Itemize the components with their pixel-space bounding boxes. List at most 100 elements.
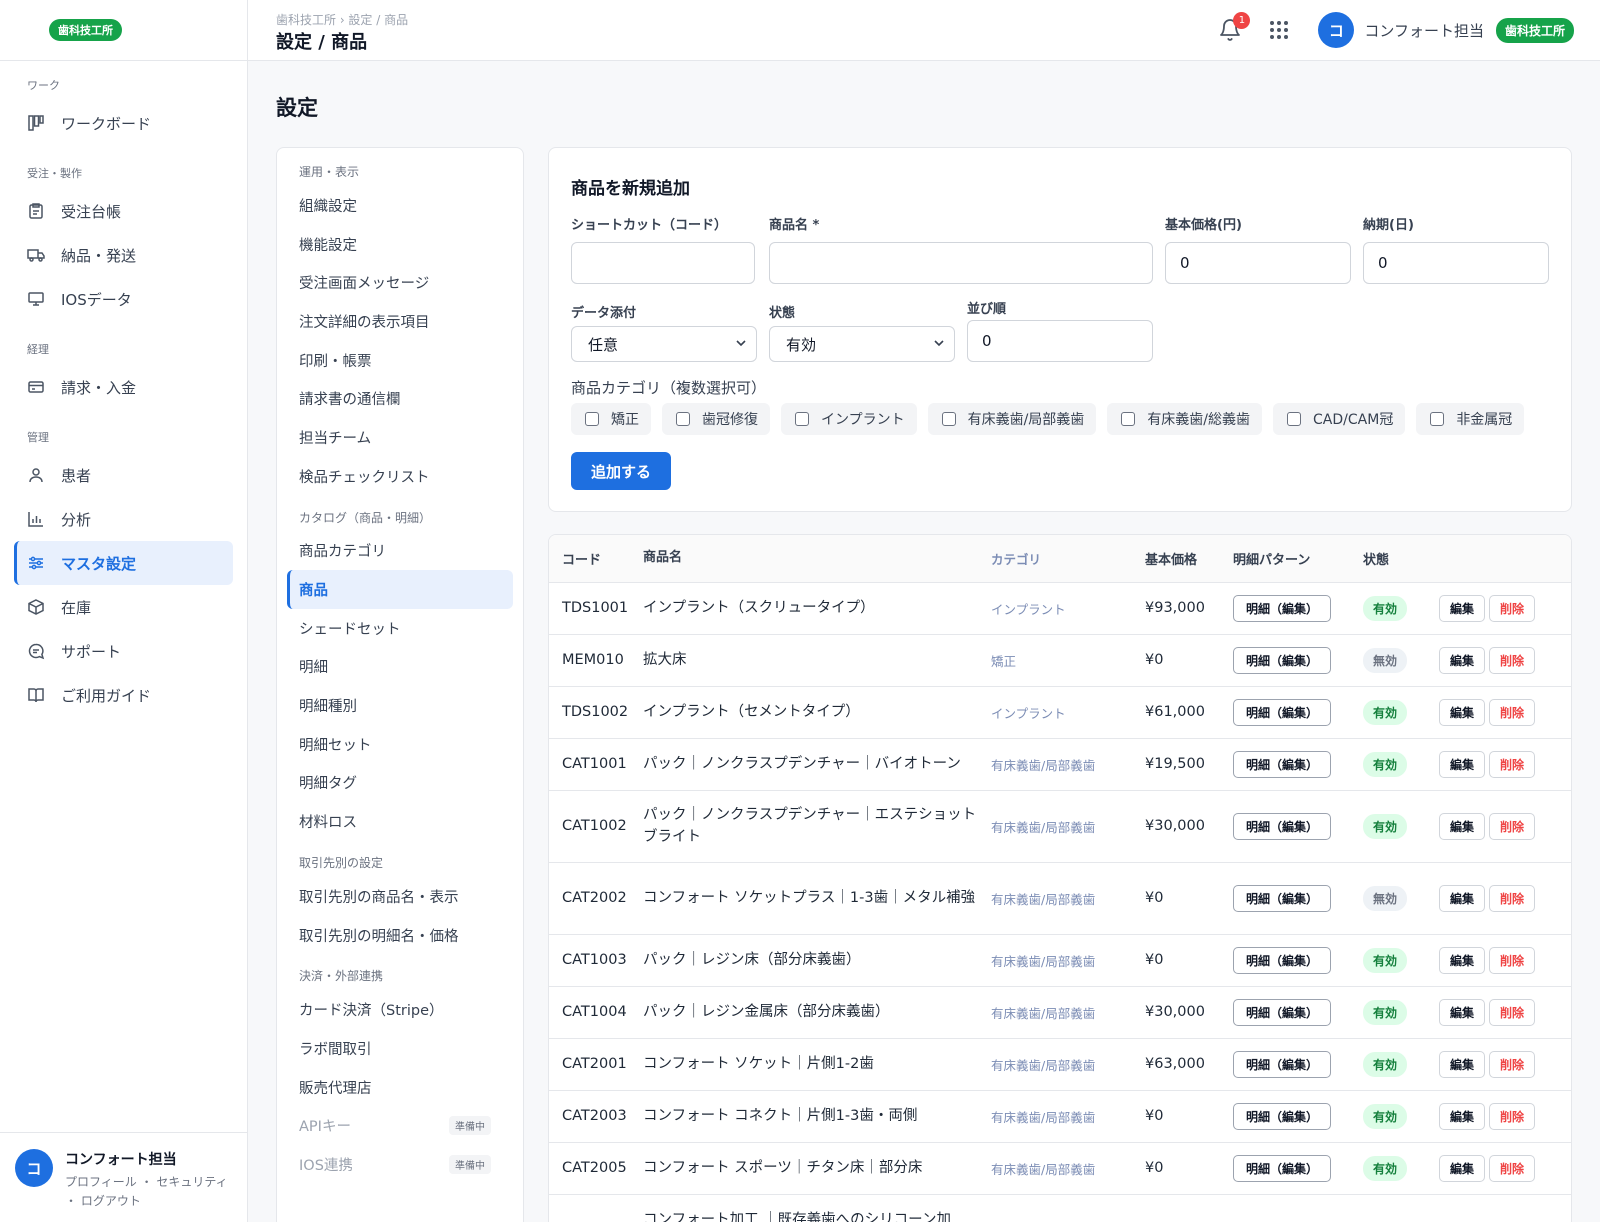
category-checkbox[interactable]: 有床義歯/総義歯 [1107, 403, 1263, 435]
sidebar-item[interactable]: ご利用ガイド [14, 673, 233, 717]
product-category[interactable]: 有床義歯/局部義歯 [991, 1090, 1145, 1143]
settings-menu-item[interactable]: 担当チーム [287, 418, 513, 457]
product-category[interactable]: 有床義歯/局部義歯 [991, 862, 1145, 935]
bell-icon[interactable]: 1 [1218, 12, 1251, 42]
delete-button[interactable]: 削除 [1489, 594, 1536, 622]
category-checkbox[interactable]: 有床義歯/局部義歯 [927, 403, 1097, 435]
category-checkbox[interactable]: 歯冠修復 [662, 403, 770, 435]
sidebar-item[interactable]: 受注台帳 [14, 189, 233, 233]
product-name-input[interactable] [769, 242, 1153, 284]
delete-button[interactable]: 削除 [1489, 646, 1536, 674]
avatar[interactable]: コ [15, 1149, 53, 1187]
settings-menu-item[interactable]: 取引先別の商品名・表示 [287, 877, 513, 916]
settings-menu-item[interactable]: カード決済（Stripe） [287, 990, 513, 1029]
sidebar-item[interactable]: IOSデータ [14, 277, 233, 321]
apps-grid-icon[interactable] [1268, 19, 1290, 41]
edit-pattern-button[interactable]: 明細（編集） [1233, 698, 1332, 726]
sidebar-item[interactable]: 請求・入金 [14, 365, 233, 409]
edit-button[interactable]: 編集 [1439, 1154, 1486, 1182]
settings-menu-item[interactable]: 明細セット [287, 725, 513, 764]
sidebar-item[interactable]: 納品・発送 [14, 233, 233, 277]
checkbox[interactable] [795, 412, 809, 426]
avatar[interactable]: コ [1318, 12, 1355, 48]
settings-menu-item[interactable]: シェードセット [287, 609, 513, 648]
edit-button[interactable]: 編集 [1439, 946, 1486, 974]
edit-button[interactable]: 編集 [1439, 1102, 1486, 1130]
edit-pattern-button[interactable]: 明細（編集） [1233, 884, 1332, 912]
checkbox[interactable] [1121, 412, 1136, 426]
settings-menu-item[interactable]: 取引先別の明細名・価格 [287, 916, 513, 955]
delete-button[interactable]: 削除 [1489, 750, 1536, 778]
data-attach-select[interactable]: 任意 [571, 326, 757, 362]
edit-pattern-button[interactable]: 明細（編集） [1233, 1154, 1332, 1182]
product-category[interactable]: 有床義歯/局部義歯 [991, 986, 1145, 1039]
delete-button[interactable]: 削除 [1489, 946, 1536, 974]
breadcrumb[interactable]: 歯科技工所 › 設定 / 商品 [276, 11, 408, 28]
shortcut-input[interactable] [571, 242, 755, 284]
state-select[interactable]: 有効 [769, 326, 955, 362]
sidebar-item[interactable]: マスタ設定 [14, 541, 233, 585]
checkbox[interactable] [1287, 412, 1302, 426]
price-input[interactable] [1165, 242, 1351, 284]
delete-button[interactable]: 削除 [1489, 698, 1536, 726]
edit-button[interactable]: 編集 [1439, 698, 1486, 726]
edit-pattern-button[interactable]: 明細（編集） [1233, 946, 1332, 974]
settings-menu-item[interactable]: IOS連携 準備中 [287, 1145, 513, 1184]
add-button[interactable]: 追加する [571, 452, 671, 490]
edit-button[interactable]: 編集 [1439, 884, 1486, 912]
settings-menu-item[interactable]: 受注画面メッセージ [287, 263, 513, 302]
settings-menu-item[interactable]: 機能設定 [287, 225, 513, 264]
delete-button[interactable]: 削除 [1489, 1102, 1536, 1130]
product-category[interactable]: 有床義歯/局部義歯 [991, 934, 1145, 987]
delete-button[interactable]: 削除 [1489, 1154, 1536, 1182]
product-category[interactable]: 有床義歯/局部義歯 [991, 738, 1145, 791]
sidebar-user[interactable]: コ コンフォート担当 プロフィール ・ セキュリティ ・ ログアウト [0, 1132, 248, 1222]
edit-button[interactable]: 編集 [1439, 812, 1486, 840]
product-category[interactable]: インプラント [991, 582, 1145, 635]
settings-menu-item[interactable]: 材料ロス [287, 802, 513, 841]
settings-menu-item[interactable]: 明細タグ [287, 764, 513, 803]
delete-button[interactable]: 削除 [1489, 998, 1536, 1026]
edit-button[interactable]: 編集 [1439, 998, 1486, 1026]
edit-pattern-button[interactable]: 明細（編集） [1233, 594, 1332, 622]
product-category[interactable]: 有床義歯/局部義歯 [991, 1038, 1145, 1091]
category-checkbox[interactable]: 矯正 [571, 403, 651, 435]
edit-pattern-button[interactable]: 明細（編集） [1233, 750, 1332, 778]
category-checkbox[interactable]: 非金属冠 [1416, 403, 1525, 435]
product-category[interactable]: 有床義歯/局部義歯 [991, 790, 1145, 863]
checkbox[interactable] [1430, 412, 1445, 426]
delivery-days-input[interactable] [1363, 242, 1549, 284]
topbar-user-name[interactable]: コンフォート担当 [1364, 20, 1484, 41]
edit-pattern-button[interactable]: 明細（編集） [1233, 998, 1332, 1026]
sidebar-user-links[interactable]: プロフィール ・ セキュリティ ・ ログアウト [65, 1173, 233, 1211]
settings-menu-item[interactable]: 組織設定 [287, 186, 513, 225]
checkbox[interactable] [941, 412, 956, 426]
edit-button[interactable]: 編集 [1439, 750, 1486, 778]
edit-button[interactable]: 編集 [1439, 646, 1486, 674]
category-checkbox[interactable]: CAD/CAM冠 [1273, 403, 1406, 435]
edit-pattern-button[interactable]: 明細（編集） [1233, 812, 1332, 840]
sidebar-item[interactable]: 患者 [14, 453, 233, 497]
sidebar-item[interactable]: ワークボード [14, 101, 233, 145]
edit-pattern-button[interactable]: 明細（編集） [1233, 1102, 1332, 1130]
sidebar-item[interactable]: サポート [14, 629, 233, 673]
settings-menu-item[interactable]: 請求書の通信欄 [287, 379, 513, 418]
settings-menu-item[interactable]: 商品カテゴリ [287, 532, 513, 571]
settings-menu-item[interactable]: 販売代理店 [287, 1068, 513, 1107]
product-category[interactable] [991, 1194, 1145, 1222]
edit-button[interactable]: 編集 [1439, 594, 1486, 622]
sort-order-input[interactable] [967, 320, 1153, 362]
delete-button[interactable]: 削除 [1489, 884, 1536, 912]
product-category[interactable]: インプラント [991, 686, 1145, 739]
settings-menu-item[interactable]: 明細 [287, 648, 513, 687]
settings-menu-item[interactable]: 明細種別 [287, 686, 513, 725]
settings-menu-item[interactable]: 注文詳細の表示項目 [287, 302, 513, 341]
settings-menu-item[interactable]: ラボ間取引 [287, 1029, 513, 1068]
sidebar-item[interactable]: 分析 [14, 497, 233, 541]
sidebar-item[interactable]: 在庫 [14, 585, 233, 629]
delete-button[interactable]: 削除 [1489, 812, 1536, 840]
category-checkbox[interactable]: インプラント [781, 403, 917, 435]
product-category[interactable]: 矯正 [991, 634, 1145, 687]
settings-menu-item[interactable]: APIキー 準備中 [287, 1106, 513, 1145]
edit-button[interactable]: 編集 [1439, 1050, 1486, 1078]
